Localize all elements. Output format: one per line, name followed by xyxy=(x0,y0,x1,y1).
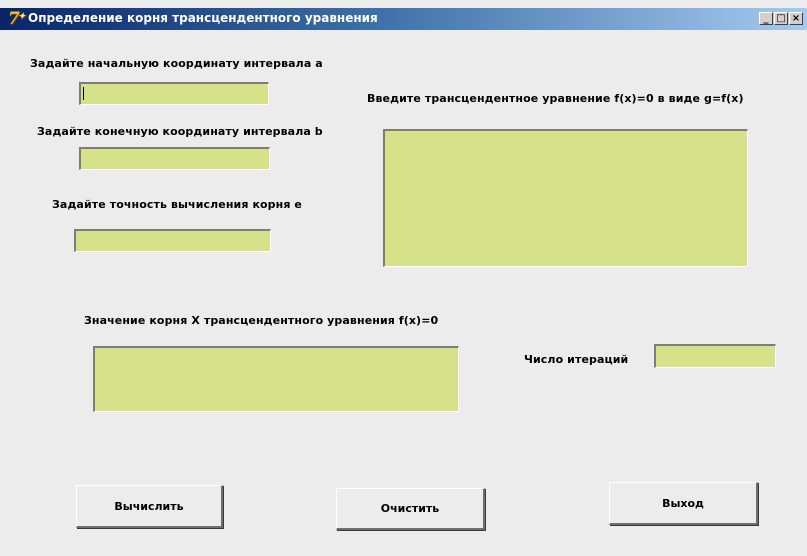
label-precision: Задайте точность вычисления корня e xyxy=(52,198,302,211)
close-icon: × xyxy=(791,13,801,24)
title-bar[interactable]: 7 ✦ Определение корня трансцендентного ур… xyxy=(0,8,807,30)
minimize-button[interactable]: _ xyxy=(759,12,773,25)
equation-input[interactable] xyxy=(383,129,748,267)
window-title: Определение корня трансцендентного уравн… xyxy=(28,11,378,25)
label-root-value: Значение корня X трансцендентного уравне… xyxy=(84,314,439,327)
maximize-button[interactable]: □ xyxy=(774,12,788,25)
label-iterations: Число итераций xyxy=(524,353,629,366)
close-button[interactable]: × xyxy=(789,12,803,25)
label-interval-start: Задайте начальную координату интервала a xyxy=(30,57,323,70)
maximize-icon: □ xyxy=(776,13,786,24)
app-logo-icon: 7 ✦ xyxy=(8,9,26,29)
clear-button[interactable]: Очистить xyxy=(336,488,485,530)
exit-button[interactable]: Выход xyxy=(609,482,758,525)
label-interval-end: Задайте конечную координату интервала b xyxy=(37,125,323,138)
calculate-button[interactable]: Вычислить xyxy=(76,485,223,528)
root-output[interactable] xyxy=(93,346,459,412)
interval-end-input[interactable] xyxy=(79,147,270,170)
main-window: 7 ✦ Определение корня трансцендентного ур… xyxy=(0,0,807,556)
minimize-icon: _ xyxy=(763,13,769,24)
iterations-output[interactable] xyxy=(654,344,776,368)
interval-start-input[interactable] xyxy=(79,82,269,105)
precision-input[interactable] xyxy=(74,229,271,252)
text-caret xyxy=(83,87,84,100)
label-equation: Введите трансцендентное уравнение f(x)=0… xyxy=(367,92,744,105)
